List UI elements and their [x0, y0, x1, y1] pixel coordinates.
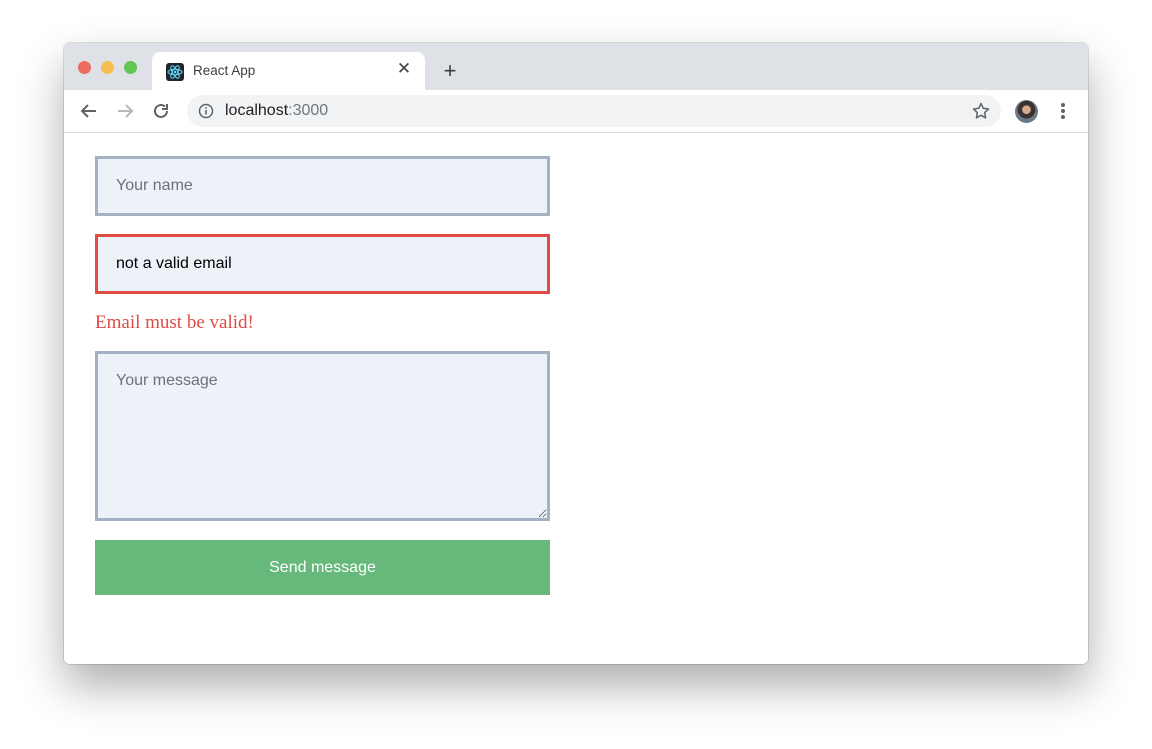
message-textarea[interactable]	[95, 351, 550, 521]
url-port: :3000	[288, 102, 329, 119]
email-error-message: Email must be valid!	[95, 312, 254, 333]
close-window-button[interactable]	[78, 61, 91, 74]
minimize-window-button[interactable]	[101, 61, 114, 74]
back-arrow-icon[interactable]	[78, 100, 100, 122]
kebab-menu-icon[interactable]	[1056, 101, 1070, 121]
profile-avatar[interactable]	[1015, 100, 1038, 123]
star-icon[interactable]	[971, 101, 991, 121]
reload-icon[interactable]	[150, 100, 172, 122]
close-tab-icon[interactable]: ✕	[395, 60, 413, 78]
new-tab-button[interactable]: +	[438, 59, 462, 83]
url-text[interactable]: localhost:3000	[225, 102, 328, 120]
page-content: Email must be valid! Send message	[64, 133, 1088, 664]
url-host: localhost	[225, 102, 289, 119]
forward-arrow-icon[interactable]	[114, 100, 136, 122]
browser-window: React App ✕ + localhost:3000 Your name n…	[64, 43, 1088, 664]
send-message-button[interactable]: Send message	[95, 540, 550, 595]
tab-react-app[interactable]: React App ✕	[152, 52, 425, 90]
name-input[interactable]	[95, 156, 550, 216]
tab-title: React App	[193, 63, 256, 78]
maximize-window-button[interactable]	[124, 61, 137, 74]
title-bar: React App ✕ +	[64, 43, 1088, 90]
browser-toolbar: localhost:3000	[64, 90, 1088, 133]
info-icon[interactable]	[198, 103, 214, 119]
email-input[interactable]	[95, 234, 550, 294]
address-bar[interactable]: localhost:3000	[187, 95, 1001, 127]
react-logo-icon	[166, 63, 184, 81]
